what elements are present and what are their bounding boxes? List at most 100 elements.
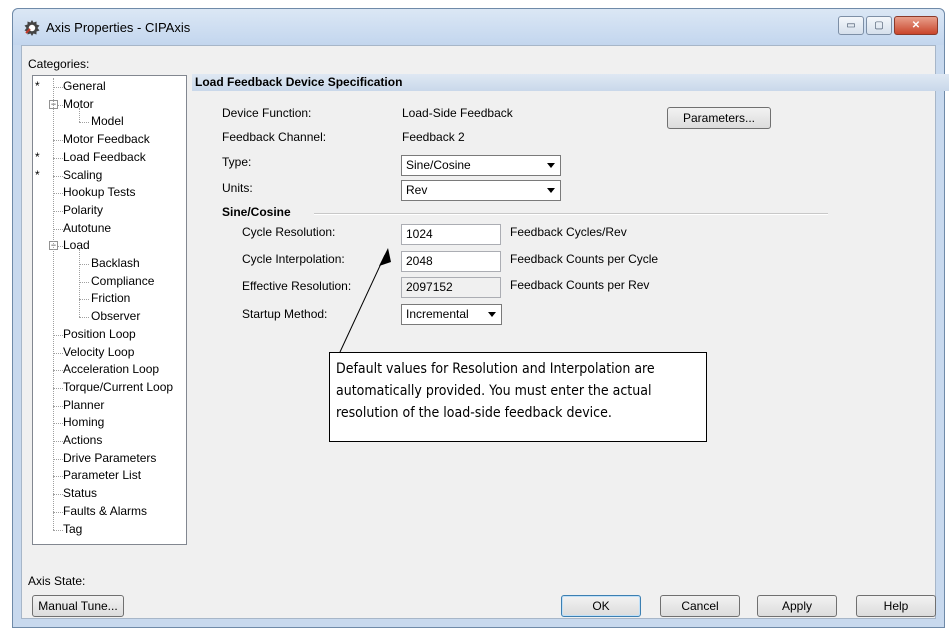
tree-item-general[interactable]: General <box>63 78 106 95</box>
effective-resolution-unit: Feedback Counts per Rev <box>510 278 650 292</box>
tree-item-backlash[interactable]: Backlash <box>91 255 140 272</box>
tree-connector <box>53 175 63 177</box>
tree-item-motor-feedback[interactable]: Motor Feedback <box>63 131 150 148</box>
tree-item-drive-parameters[interactable]: Drive Parameters <box>63 450 156 467</box>
chevron-down-icon <box>547 163 555 168</box>
tree-connector <box>79 281 89 283</box>
categories-label: Categories: <box>28 57 90 71</box>
help-button[interactable]: Help <box>856 595 936 617</box>
tree-connector <box>53 511 63 513</box>
modified-star-icon: * <box>35 79 40 93</box>
tree-item-tag[interactable]: Tag <box>63 521 82 538</box>
tree-item-planner[interactable]: Planner <box>63 397 104 414</box>
tree-connector <box>53 157 63 159</box>
callout-line: automatically provided. You must enter t… <box>336 383 652 399</box>
modified-star-icon: * <box>35 167 40 182</box>
tree-connector <box>53 458 63 460</box>
tree-connector <box>53 140 63 142</box>
maximize-icon: ▢ <box>874 20 884 31</box>
tree-connector <box>53 529 63 531</box>
parameters-button[interactable]: Parameters... <box>667 107 771 129</box>
type-label: Type: <box>222 155 252 169</box>
feedback-channel-value: Feedback 2 <box>402 130 465 144</box>
close-button[interactable]: ✕ <box>894 16 938 35</box>
tree-item-actions[interactable]: Actions <box>63 432 102 449</box>
tree-connector <box>53 87 63 88</box>
modified-star-icon: * <box>35 149 40 164</box>
tree-item-parameter-list[interactable]: Parameter List <box>63 467 141 484</box>
tree-connector <box>53 228 63 230</box>
title-bar[interactable]: Axis Properties - CIPAxis ▭ ▢ ✕ <box>13 9 944 45</box>
tree-connector <box>79 299 89 301</box>
categories-tree[interactable]: General * Motor − Model Motor Feedback Load Fe… <box>32 75 187 545</box>
effective-resolution-value: 2097152 <box>401 277 501 298</box>
tree-item-load[interactable]: Load <box>63 237 90 254</box>
cancel-button[interactable]: Cancel <box>660 595 740 617</box>
tree-item-load-feedback[interactable]: Load Feedback <box>63 149 146 166</box>
tree-connector <box>53 441 63 442</box>
tree-trunk <box>79 107 80 123</box>
units-dropdown[interactable]: Rev <box>401 180 561 201</box>
cycle-resolution-unit: Feedback Cycles/Rev <box>510 225 627 239</box>
axis-properties-window: Axis Properties - CIPAxis ▭ ▢ ✕ Categori… <box>12 8 949 628</box>
axis-state-label: Axis State: <box>28 574 86 588</box>
tree-connector <box>79 122 89 124</box>
sine-cosine-section-label: Sine/Cosine <box>222 205 291 219</box>
cycle-interpolation-unit: Feedback Counts per Cycle <box>510 252 659 266</box>
tree-connector <box>53 476 63 478</box>
cycle-interpolation-label: Cycle Interpolation: <box>242 252 345 266</box>
manual-tune-button[interactable]: Manual Tune... <box>32 595 124 617</box>
startup-method-dropdown[interactable]: Incremental <box>401 304 502 325</box>
tree-item-friction[interactable]: Friction <box>91 290 130 307</box>
type-dropdown-value: Sine/Cosine <box>406 158 471 172</box>
tree-connector <box>53 405 63 407</box>
tree-item-model[interactable]: Model <box>91 113 124 130</box>
panel-header: Load Feedback Device Specification <box>192 74 949 91</box>
tree-connector <box>53 210 63 212</box>
cycle-resolution-input[interactable]: 1024 <box>401 224 501 245</box>
tree-connector <box>53 370 63 372</box>
maximize-button[interactable]: ▢ <box>866 16 892 35</box>
close-icon: ✕ <box>911 20 921 31</box>
tree-connector <box>53 334 63 336</box>
tree-item-hookup-tests[interactable]: Hookup Tests <box>63 184 136 201</box>
minimize-button[interactable]: ▭ <box>838 16 864 35</box>
tree-item-compliance[interactable]: Compliance <box>91 273 154 290</box>
chevron-down-icon <box>488 312 496 317</box>
startup-method-value: Incremental <box>406 307 469 321</box>
minimize-icon: ▭ <box>846 20 856 31</box>
tree-item-acceleration-loop[interactable]: Acceleration Loop <box>63 361 159 378</box>
device-function-value: Load-Side Feedback <box>402 106 513 120</box>
startup-method-label: Startup Method: <box>242 307 328 321</box>
units-dropdown-value: Rev <box>406 183 428 197</box>
tree-connector <box>53 494 63 496</box>
effective-resolution-label: Effective Resolution: <box>242 279 352 293</box>
tree-item-position-loop[interactable]: Position Loop <box>63 326 136 343</box>
tree-item-status[interactable]: Status <box>63 485 97 502</box>
tree-connector <box>53 387 63 389</box>
tree-item-polarity[interactable]: Polarity <box>63 202 103 219</box>
dialog-client-area: Categories: General * Motor − Model Motor Fee… <box>21 45 949 619</box>
tree-connector <box>53 352 63 354</box>
cycle-resolution-label: Cycle Resolution: <box>242 225 336 239</box>
device-function-label: Device Function: <box>222 106 312 120</box>
tree-item-scaling[interactable]: Scaling <box>63 167 102 184</box>
annotation-callout: Default values for Resolution and Interp… <box>329 352 707 442</box>
tree-item-observer[interactable]: Observer <box>91 308 140 325</box>
tree-item-autotune[interactable]: Autotune <box>63 220 111 237</box>
tree-trunk <box>53 78 54 530</box>
tree-item-faults-alarms[interactable]: Faults & Alarms <box>63 503 147 520</box>
ok-button[interactable]: OK <box>561 595 641 617</box>
cycle-interpolation-input[interactable]: 2048 <box>401 251 501 272</box>
units-label: Units: <box>222 181 253 195</box>
tree-connector <box>79 317 89 319</box>
tree-item-torque-current-loop[interactable]: Torque/Current Loop <box>63 379 173 396</box>
axis-gear-icon <box>24 20 40 36</box>
tree-item-velocity-loop[interactable]: Velocity Loop <box>63 344 134 361</box>
apply-button[interactable]: Apply <box>757 595 837 617</box>
tree-connector <box>79 264 89 265</box>
tree-item-homing[interactable]: Homing <box>63 414 104 431</box>
section-divider <box>314 213 828 215</box>
type-dropdown[interactable]: Sine/Cosine <box>401 155 561 176</box>
tree-connector <box>53 193 63 195</box>
